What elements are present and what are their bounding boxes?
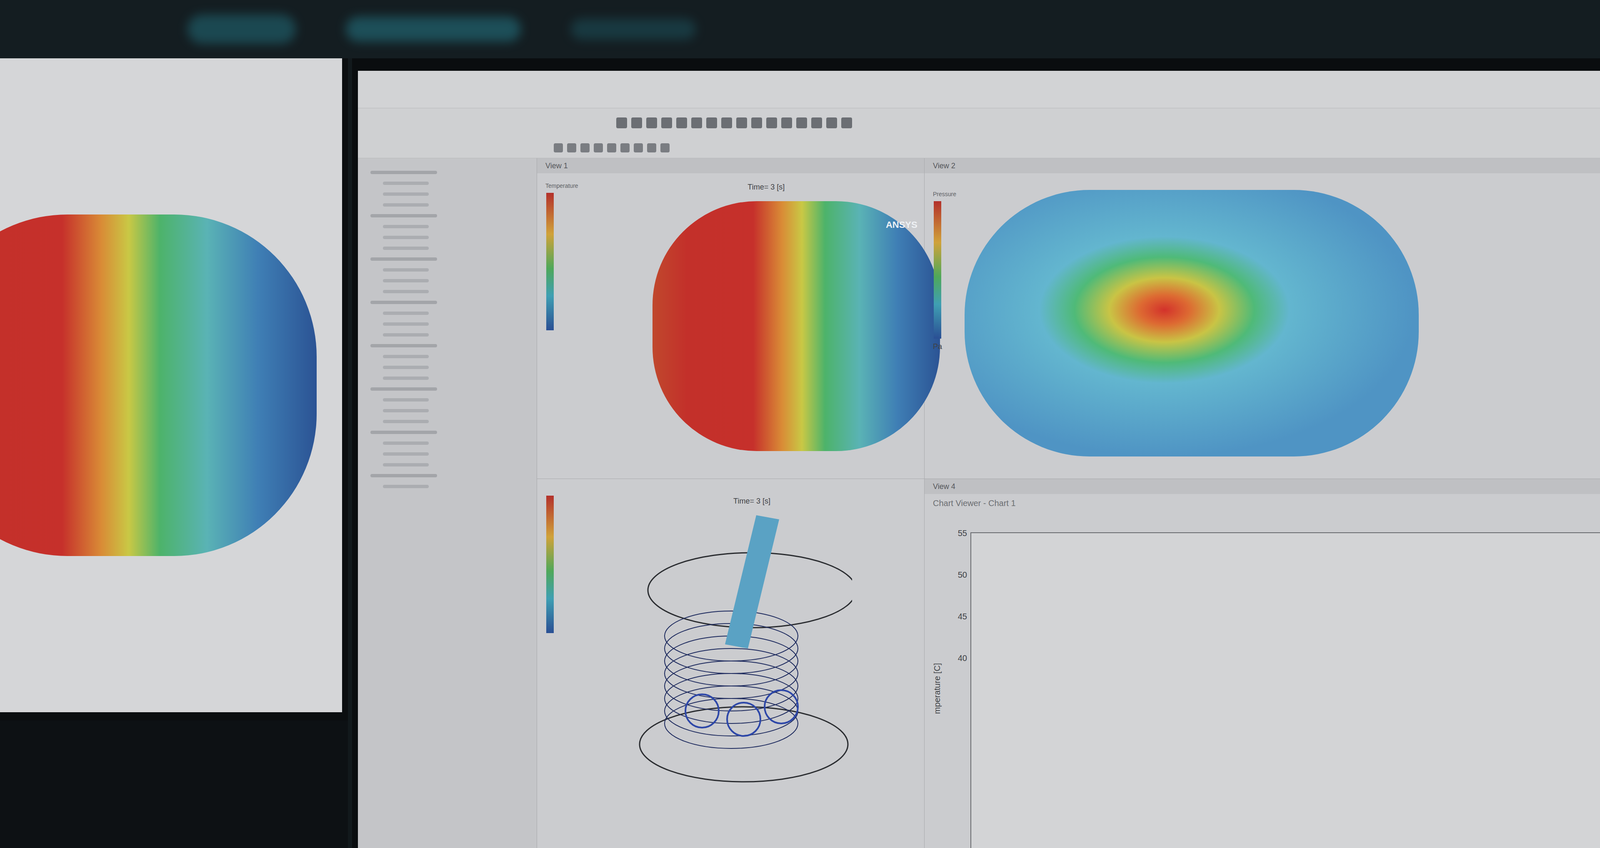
tool-icon[interactable] xyxy=(736,117,748,129)
pressure-contour xyxy=(964,190,1419,457)
tool-icon[interactable] xyxy=(553,143,563,153)
mixer-mesh xyxy=(635,511,853,795)
tree-row[interactable] xyxy=(382,355,429,359)
tool-icon[interactable] xyxy=(660,143,670,153)
toolbar xyxy=(357,108,1600,138)
tree-row[interactable] xyxy=(370,387,438,391)
tool-icon[interactable] xyxy=(593,143,603,153)
tool-icon[interactable] xyxy=(796,117,808,129)
temperature-legend xyxy=(545,192,555,331)
tool-icon[interactable] xyxy=(633,143,643,153)
tree-row[interactable] xyxy=(382,181,429,185)
tool-icon[interactable] xyxy=(766,117,778,129)
tree-row[interactable] xyxy=(382,365,429,370)
tree-row[interactable] xyxy=(382,235,429,240)
tool-icon[interactable] xyxy=(607,143,617,153)
tree-row[interactable] xyxy=(382,376,429,380)
particles-legend xyxy=(545,495,555,634)
tool-icon[interactable] xyxy=(676,117,688,129)
tool-icon[interactable] xyxy=(811,117,823,129)
tree-row[interactable] xyxy=(370,214,438,218)
time-label: Time= 3 [s] xyxy=(733,495,771,508)
tree-row[interactable] xyxy=(370,344,438,348)
tree-row[interactable] xyxy=(382,203,429,207)
tool-icon[interactable] xyxy=(616,117,628,129)
tree-row[interactable] xyxy=(382,225,429,229)
temperature-contour xyxy=(0,214,317,557)
tool-icon[interactable] xyxy=(567,143,577,153)
background-blur xyxy=(0,0,1600,59)
tool-icon[interactable] xyxy=(841,117,853,129)
tool-icon[interactable] xyxy=(691,117,703,129)
tree-row[interactable] xyxy=(382,463,429,467)
left-screen xyxy=(0,58,348,721)
legend-title: Pressure xyxy=(932,190,957,199)
right-screen: View 1 Temperature Time= 3 [s] ANSYS View 2 P… xyxy=(357,70,1600,848)
y-axis-label: mperature [C] xyxy=(930,663,944,715)
tree-row[interactable] xyxy=(370,430,438,435)
tool-icon[interactable] xyxy=(646,117,658,129)
toolbar-secondary xyxy=(357,137,1600,159)
time-label: Time= 3 [s] xyxy=(747,181,785,193)
particles-view: Time= 3 [s] xyxy=(537,479,925,848)
tree-row[interactable] xyxy=(382,333,429,337)
chart-view: View 4Chart Viewer - Chart 1 mperature [C… xyxy=(924,479,1600,848)
tool-icon[interactable] xyxy=(661,117,673,129)
legend-title: Temperature xyxy=(545,181,579,191)
tree-row[interactable] xyxy=(382,322,429,326)
y-tick: 40 xyxy=(957,654,968,663)
tree-row[interactable] xyxy=(370,257,438,261)
right-monitor: View 1 Temperature Time= 3 [s] ANSYS View 2 P… xyxy=(352,58,1600,848)
tree-row[interactable] xyxy=(382,398,429,402)
tree-row[interactable] xyxy=(382,409,429,413)
tool-icon[interactable] xyxy=(706,117,718,129)
views-grid: View 1 Temperature Time= 3 [s] ANSYS View 2 P… xyxy=(537,158,1600,848)
chart-plot xyxy=(970,532,1600,848)
ansys-logo: ANSYS xyxy=(885,217,918,232)
temperature-contour xyxy=(652,201,940,452)
y-tick: 50 xyxy=(957,570,968,580)
legend-unit: Pa xyxy=(932,341,957,353)
outline-tree xyxy=(357,158,538,848)
y-tick: 55 xyxy=(957,529,968,538)
tree-row[interactable] xyxy=(382,290,429,294)
tool-icon[interactable] xyxy=(620,143,630,153)
tool-icon[interactable] xyxy=(631,117,643,129)
tool-icon[interactable] xyxy=(781,117,793,129)
tool-icon[interactable] xyxy=(721,117,733,129)
tree-row[interactable] xyxy=(370,474,438,478)
tool-icon[interactable] xyxy=(826,117,838,129)
tool-icon[interactable] xyxy=(580,143,590,153)
chart-viewer-title: Chart Viewer - Chart 1 xyxy=(924,494,1600,513)
tool-icon[interactable] xyxy=(751,117,763,129)
tree-row[interactable] xyxy=(382,452,429,456)
left-monitor xyxy=(0,58,348,848)
tool-icon[interactable] xyxy=(647,143,657,153)
y-tick: 45 xyxy=(957,612,968,621)
pressure-view: View 2 Pressure Pa xyxy=(924,158,1600,480)
menu-bar xyxy=(357,70,1600,109)
tree-row[interactable] xyxy=(370,300,438,305)
tree-row[interactable] xyxy=(370,170,438,175)
view-title: View 2 xyxy=(924,158,1600,174)
view-title: View 4 xyxy=(924,479,1600,495)
tree-row[interactable] xyxy=(382,268,429,272)
view-title: View 1 xyxy=(537,158,925,174)
y-axis: 55 50 45 40 xyxy=(945,529,971,848)
tree-row[interactable] xyxy=(382,311,429,315)
tree-row[interactable] xyxy=(382,246,429,250)
tree-row[interactable] xyxy=(382,192,429,196)
tree-row[interactable] xyxy=(382,485,429,489)
tree-row[interactable] xyxy=(382,420,429,424)
pressure-legend xyxy=(932,201,943,339)
photo-scene: View 1 Temperature Time= 3 [s] ANSYS View 2 P… xyxy=(0,0,1600,848)
temperature-view: View 1 Temperature Time= 3 [s] ANSYS xyxy=(537,158,925,480)
tree-row[interactable] xyxy=(382,279,429,283)
tree-row[interactable] xyxy=(382,441,429,445)
